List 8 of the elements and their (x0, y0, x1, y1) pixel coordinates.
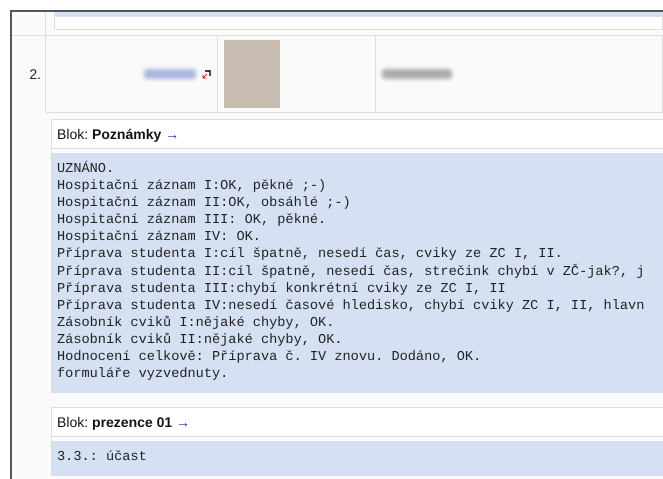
note-text: UZNÁNO. Hospitační záznam I:OK, pěkné ;-) Hospitační záznam II:OK, obsáhlé ;-) Hospitační záznam III: OK, pěkné. Hospitační záznam IV: OK. Příprava studenta I:cíl špatně, nesedí čas, cviky ze ZC I, II. Příprava studenta II:cíl špatně, nesedí čas, strečink chybí v ZČ-jak?, j Příprava studenta III:chybí konkrétní cviky ze ZC I, II Příprava studenta IV:nesedí časové hledisko, chybí cviky ZC I, II, hlavn Zásobník cviků I:nějaké chyby, OK. Zásobník cviků II:nějaké chyby, OK. Hodnocení celkově: Příprava č. IV znovu. Dodáno, OK. formuláře vyzvednuty. (52, 153, 663, 394)
block-heading: Blok: prezence 01 → (52, 408, 663, 438)
row-number: 2. (12, 36, 46, 112)
blurred-name (382, 69, 452, 79)
external-link-icon[interactable] (202, 70, 211, 78)
note-text: 3.3.: účast (52, 441, 663, 476)
block-heading: Blok: Poznámky → (52, 120, 663, 149)
photo-placeholder (224, 40, 280, 108)
